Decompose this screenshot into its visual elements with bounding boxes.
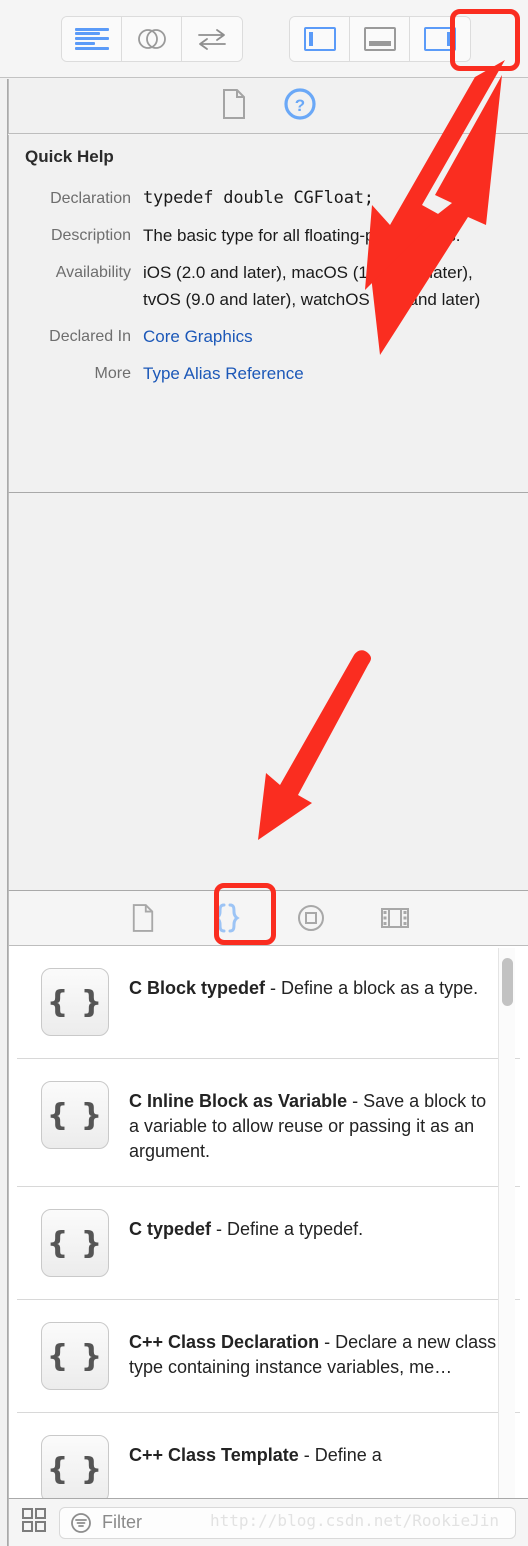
film-strip-icon (380, 908, 409, 928)
file-inspector-tab[interactable] (221, 88, 247, 125)
list-item[interactable]: { } C typedef - Define a typedef. (17, 1187, 520, 1300)
bottom-pane-icon (363, 26, 396, 51)
library-bottom-bar: Filter http://blog.csdn.net/RookieJin (8, 1498, 528, 1546)
debug-area-toggle-button[interactable] (350, 16, 410, 61)
code-snippet-library-tab[interactable] (200, 895, 254, 941)
grid-view-button[interactable] (21, 1507, 47, 1538)
braces-icon: { } (41, 1322, 109, 1390)
row-label: More (94, 365, 131, 382)
left-pane-icon (303, 26, 336, 51)
snippet-list-scrollbar[interactable] (498, 948, 515, 1498)
row-label: Declared In (49, 328, 131, 345)
quick-help-row-declaration: Declaration typedef double CGFloat; (25, 185, 508, 212)
lines-icon (74, 27, 109, 50)
assistant-editor-button[interactable] (122, 16, 182, 61)
braces-icon: { } (41, 1209, 109, 1277)
row-value: typedef double CGFloat; (143, 188, 374, 208)
document-icon (132, 904, 153, 932)
braces-icon (213, 903, 240, 933)
right-pane-icon (424, 26, 456, 51)
venn-circles-icon (137, 28, 166, 49)
file-template-library-tab[interactable] (116, 895, 170, 941)
list-item[interactable]: { } C Block typedef - Define a block as … (17, 946, 520, 1059)
row-label: Availability (55, 264, 131, 281)
row-value: The basic type for all floating-point va… (143, 226, 461, 245)
media-library-tab[interactable] (368, 895, 422, 941)
arrows-swap-icon (198, 28, 226, 50)
editor-mode-segmented-control (61, 15, 243, 62)
list-item[interactable]: { } C Inline Block as Variable - Save a … (17, 1059, 520, 1187)
quick-help-row-availability: Availability iOS (2.0 and later), macOS … (25, 259, 508, 313)
document-icon (222, 88, 245, 119)
library-tab-bar (8, 883, 528, 946)
snippet-text: C Inline Block as Variable - Save a bloc… (129, 1091, 487, 1161)
snippet-title: C typedef (129, 1219, 212, 1239)
more-link[interactable]: Type Alias Reference (143, 360, 508, 387)
row-value: iOS (2.0 and later), macOS (10.5 and lat… (143, 263, 481, 309)
snippet-title: C++ Class Declaration (129, 1332, 320, 1352)
snippet-text: C++ Class Template - Define a (129, 1445, 382, 1465)
braces-icon: { } (41, 968, 109, 1036)
svg-text:?: ? (294, 96, 304, 115)
empty-inspector-area (8, 493, 528, 891)
circle-square-icon (297, 905, 324, 931)
top-toolbar (0, 0, 528, 78)
braces-icon: { } (41, 1081, 109, 1149)
xcode-utilities-panel: ? Quick Help Declaration typedef double … (0, 0, 528, 1546)
snippet-text: C++ Class Declaration - Declare a new cl… (129, 1332, 497, 1377)
quick-help-row-description: Description The basic type for all float… (25, 222, 508, 249)
scrollbar-thumb[interactable] (502, 958, 513, 1006)
snippet-desc: Define a block as a type. (281, 978, 479, 998)
standard-editor-button[interactable] (62, 16, 122, 61)
quick-help-row-more: More Type Alias Reference (25, 360, 508, 387)
snippet-desc: Define a typedef. (227, 1219, 364, 1239)
editor-left-edge (0, 79, 8, 1546)
question-circle-icon: ? (283, 87, 316, 120)
filter-input[interactable]: Filter http://blog.csdn.net/RookieJin (59, 1506, 516, 1539)
snippet-title: C++ Class Template (129, 1445, 299, 1465)
watermark-text: http://blog.csdn.net/RookieJin (210, 1510, 499, 1530)
quick-help-panel: Quick Help Declaration typedef double CG… (8, 135, 528, 493)
declared-in-link[interactable]: Core Graphics (143, 323, 508, 350)
quick-help-row-declared-in: Declared In Core Graphics (25, 323, 508, 350)
snippet-title: C Block typedef (129, 978, 266, 998)
object-library-tab[interactable] (284, 895, 338, 941)
quick-help-title: Quick Help (25, 147, 114, 166)
filter-icon (71, 1512, 91, 1533)
braces-icon: { } (41, 1435, 109, 1500)
utilities-toggle-button[interactable] (410, 16, 470, 61)
row-label: Declaration (50, 190, 131, 207)
snippet-text: C typedef - Define a typedef. (129, 1219, 364, 1239)
inspector-tab-bar: ? (8, 79, 528, 134)
panel-toggle-segmented-control (289, 15, 471, 62)
list-item[interactable]: { } C++ Class Template - Define a (17, 1413, 520, 1500)
snippet-title: C Inline Block as Variable (129, 1091, 348, 1111)
filter-placeholder: Filter (102, 1512, 142, 1532)
navigator-toggle-button[interactable] (290, 16, 350, 61)
row-label: Description (50, 227, 131, 244)
code-snippet-list[interactable]: { } C Block typedef - Define a block as … (8, 946, 528, 1500)
quick-help-inspector-tab[interactable]: ? (283, 87, 317, 126)
snippet-desc: Define a (314, 1445, 382, 1465)
list-item[interactable]: { } C++ Class Declaration - Declare a ne… (17, 1300, 520, 1413)
snippet-text: C Block typedef - Define a block as a ty… (129, 978, 479, 998)
version-editor-button[interactable] (182, 16, 242, 61)
grid-view-icon (22, 1508, 46, 1532)
